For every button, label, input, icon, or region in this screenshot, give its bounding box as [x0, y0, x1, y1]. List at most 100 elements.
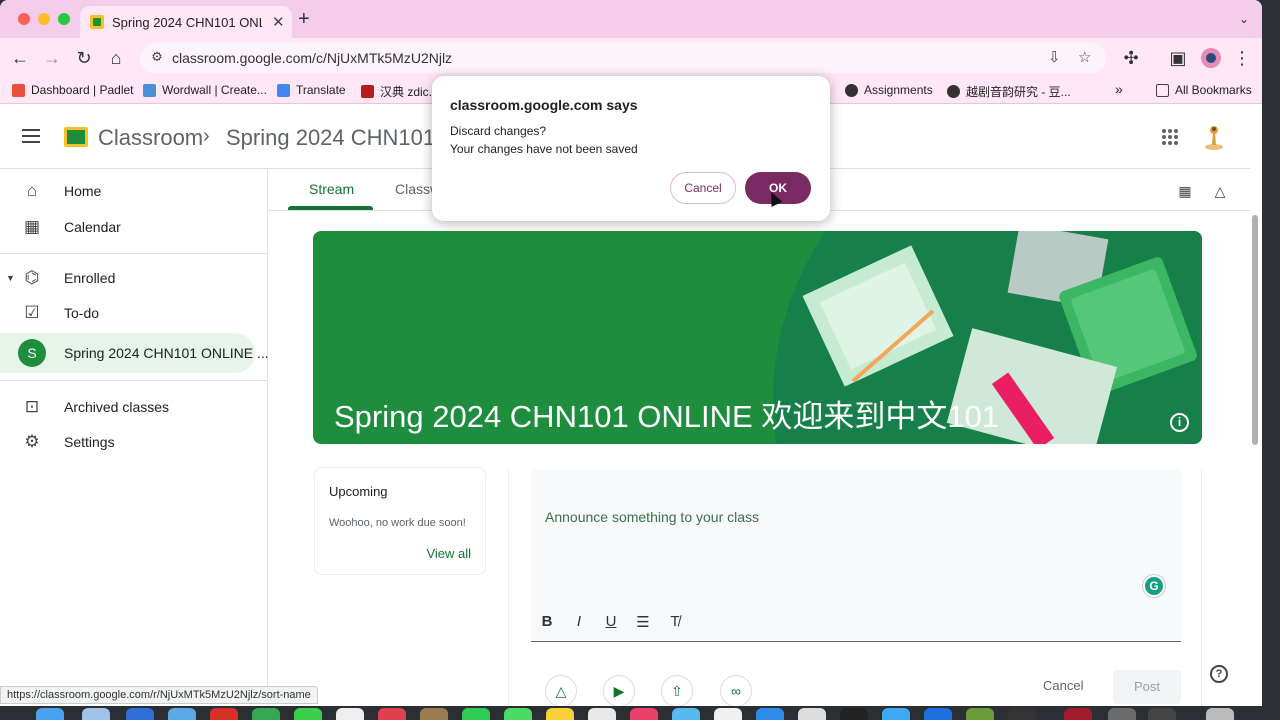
safari-icon[interactable]	[168, 708, 196, 720]
minimize-window-button[interactable]	[38, 13, 50, 25]
app-icon[interactable]	[420, 708, 448, 720]
sidebar-item-settings[interactable]: ⚙ Settings	[0, 422, 255, 462]
app-icon[interactable]	[966, 708, 994, 720]
browser-window: Spring 2024 CHN101 ONLINE ✕ + ⌄ ← → ↻ ⌂ …	[0, 0, 1262, 706]
main-menu-icon[interactable]	[22, 129, 40, 143]
facetime-icon[interactable]	[462, 708, 490, 720]
chevron-right-icon: ›	[203, 125, 210, 147]
app-icon[interactable]	[252, 708, 280, 720]
app-icon[interactable]	[1064, 708, 1092, 720]
tab-title: Spring 2024 CHN101 ONLINE	[112, 14, 262, 30]
home-browser-icon[interactable]: ⌂	[104, 46, 128, 70]
dialog-title: classroom.google.com says	[450, 97, 638, 113]
app-icon[interactable]	[840, 708, 868, 720]
wordwall-icon	[143, 83, 156, 97]
all-bookmarks[interactable]: All Bookmarks	[1156, 83, 1252, 97]
tab-stream[interactable]: Stream	[309, 181, 354, 197]
sidebar-item-enrolled[interactable]: ▼ ⌬ Enrolled	[0, 258, 255, 298]
dialog-submessage: Your changes have not been saved	[450, 142, 638, 156]
site-settings-icon[interactable]: ⚙	[148, 49, 166, 67]
app-brand[interactable]: Classroom	[98, 125, 203, 151]
more-bookmarks-icon[interactable]: »	[1115, 81, 1123, 97]
app-icon[interactable]	[126, 708, 154, 720]
forward-icon[interactable]: →	[40, 46, 64, 70]
back-icon[interactable]: ←	[8, 46, 32, 70]
app-icon[interactable]	[630, 708, 658, 720]
bookmark-translate[interactable]: Translate	[277, 83, 346, 97]
app-icon[interactable]	[336, 708, 364, 720]
launchpad-icon[interactable]	[82, 708, 110, 720]
app-icon[interactable]	[672, 708, 700, 720]
app-icon[interactable]	[504, 708, 532, 720]
bookmark-padlet[interactable]: Dashboard | Padlet	[12, 83, 134, 97]
app-icon[interactable]	[378, 708, 406, 720]
bookmark-yueju[interactable]: 越剧音韵研究 - 豆...	[947, 83, 1071, 100]
link-icon[interactable]: ∞	[720, 675, 752, 706]
close-tab-icon[interactable]: ✕	[272, 13, 285, 31]
trash-icon[interactable]	[1206, 708, 1234, 720]
finder-icon[interactable]	[36, 708, 64, 720]
info-icon[interactable]: i	[1170, 413, 1189, 432]
app-icon[interactable]	[1148, 708, 1176, 720]
app-icon[interactable]	[882, 708, 910, 720]
messages-icon[interactable]	[294, 708, 322, 720]
reload-icon[interactable]: ↻	[72, 46, 96, 70]
side-panel-icon[interactable]: ▣	[1166, 46, 1190, 70]
app-icon[interactable]	[1108, 708, 1136, 720]
announcement-input[interactable]: Announce something to your class G B I U…	[531, 469, 1181, 640]
app-icon[interactable]	[798, 708, 826, 720]
profile-avatar[interactable]	[1201, 48, 1221, 68]
underline-icon[interactable]: U	[601, 613, 621, 630]
zoom-window-button[interactable]	[58, 13, 70, 25]
bookmark-wordwall[interactable]: Wordwall | Create...	[143, 83, 267, 97]
bookmark-assignments[interactable]: Assignments	[845, 83, 933, 97]
globe-icon	[845, 83, 858, 97]
post-button[interactable]: Post	[1113, 670, 1181, 704]
app-icon[interactable]	[756, 708, 784, 720]
browser-menu-icon[interactable]: ⋮	[1230, 46, 1254, 70]
bookmark-zdic[interactable]: 汉典 zdic.n	[361, 83, 439, 100]
address-bar[interactable]: ⚙ classroom.google.com/c/NjUxMTk5MzU2Njl…	[140, 43, 1106, 73]
view-all-link[interactable]: View all	[426, 546, 471, 561]
breadcrumb-class[interactable]: Spring 2024 CHN101 ON	[226, 125, 436, 151]
chrome-icon[interactable]	[210, 708, 238, 720]
drive-icon[interactable]: △	[1212, 183, 1228, 199]
app-icon[interactable]	[924, 708, 952, 720]
sidebar-item-calendar[interactable]: ▦ Calendar	[0, 207, 255, 247]
app-icon[interactable]	[714, 708, 742, 720]
google-drive-icon[interactable]: △	[545, 675, 577, 706]
notes-icon[interactable]	[546, 708, 574, 720]
bookmark-star-icon[interactable]: ☆	[1078, 48, 1091, 66]
google-apps-icon[interactable]	[1162, 129, 1178, 145]
upload-icon[interactable]: ⇧	[661, 675, 693, 706]
user-avatar[interactable]	[1202, 123, 1226, 151]
globe-icon	[947, 85, 960, 98]
class-banner: Spring 2024 CHN101 ONLINE 欢迎来到中文101 i	[313, 231, 1202, 444]
sidebar-item-todo[interactable]: ☑ To-do	[0, 293, 255, 333]
help-icon[interactable]: ?	[1210, 665, 1228, 683]
bold-icon[interactable]: B	[537, 613, 557, 630]
tab-search-icon[interactable]: ⌄	[1232, 9, 1256, 29]
browser-tab[interactable]: Spring 2024 CHN101 ONLINE ✕	[80, 6, 292, 38]
sidebar-item-archived[interactable]: ⊡ Archived classes	[0, 387, 255, 427]
app-icon[interactable]	[1008, 708, 1036, 720]
banner-title: Spring 2024 CHN101 ONLINE 欢迎来到中文101	[334, 399, 1000, 434]
grammarly-icon[interactable]: G	[1143, 575, 1165, 597]
clear-formatting-icon[interactable]: T̸	[665, 613, 685, 630]
close-window-button[interactable]	[18, 13, 30, 25]
sidebar-item-home[interactable]: ⌂ Home	[0, 171, 255, 211]
classroom-logo-icon[interactable]	[64, 127, 88, 147]
caret-down-icon[interactable]: ▼	[6, 273, 15, 283]
calendar-icon[interactable]: ▦	[1177, 183, 1193, 199]
italic-icon[interactable]: I	[569, 613, 589, 630]
extensions-icon[interactable]: ✣	[1119, 46, 1143, 70]
dialog-cancel-button[interactable]: Cancel	[670, 172, 736, 204]
app-icon[interactable]	[588, 708, 616, 720]
install-app-icon[interactable]: ⇩	[1048, 48, 1061, 66]
bulleted-list-icon[interactable]: ☰	[633, 613, 653, 631]
composer-cancel-button[interactable]: Cancel	[1043, 678, 1083, 693]
new-tab-icon[interactable]: +	[298, 8, 310, 31]
page-scrollbar[interactable]	[1252, 215, 1258, 445]
youtube-icon[interactable]: ▶	[603, 675, 635, 706]
sidebar-item-class[interactable]: S Spring 2024 CHN101 ONLINE ...	[0, 333, 269, 373]
